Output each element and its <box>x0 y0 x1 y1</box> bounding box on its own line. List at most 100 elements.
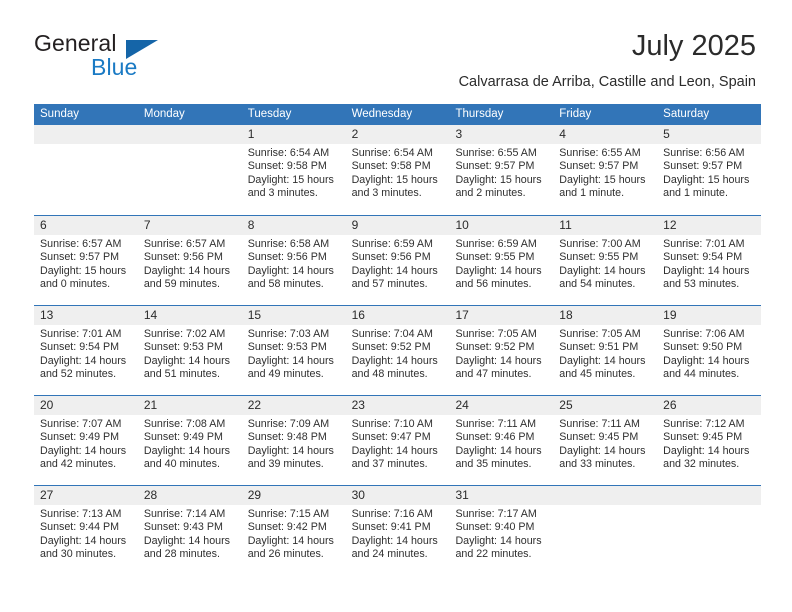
sunset-text: Sunset: 9:49 PM <box>143 431 223 444</box>
daylight-text-line1: Daylight: 15 hours <box>247 173 334 186</box>
general-blue-logo[interactable]: General Blue <box>34 28 214 84</box>
day-number <box>657 486 762 505</box>
sunrise-text: Sunrise: 7:14 AM <box>143 508 226 520</box>
day-number: 7 <box>137 216 242 235</box>
sunset-text: Sunset: 9:52 PM <box>351 341 431 354</box>
calendar-day-cell[interactable]: 4 Sunrise: 6:55 AM Sunset: 9:57 PM Daylight… <box>553 125 658 215</box>
day-details: Sunrise: 6:59 AM Sunset: 9:56 PM Daylight:… <box>346 235 450 291</box>
calendar-day-cell[interactable]: 11 Sunrise: 7:00 AM Sunset: 9:55 PM Dayligh… <box>553 216 658 305</box>
day-number: 29 <box>241 486 346 505</box>
sunrise-text: Sunrise: 7:13 AM <box>40 508 122 520</box>
calendar-day-cell[interactable]: 26 Sunrise: 7:12 AM Sunset: 9:45 PM Dayligh… <box>657 396 762 485</box>
daylight-text-line1: Daylight: 14 hours <box>40 534 127 547</box>
calendar-day-cell[interactable]: 13 Sunrise: 7:01 AM Sunset: 9:54 PM Dayligh… <box>34 306 138 395</box>
calendar-day-cell[interactable]: 15 Sunrise: 7:03 AM Sunset: 9:53 PM Dayligh… <box>241 306 346 395</box>
location-subtitle: Calvarrasa de Arriba, Castille and Leon,… <box>458 74 756 90</box>
sunrise-text: Sunrise: 6:55 AM <box>559 147 641 159</box>
daylight-text-line1: Daylight: 14 hours <box>351 264 438 277</box>
calendar-day-cell[interactable]: 10 Sunrise: 6:59 AM Sunset: 9:55 PM Dayligh… <box>449 216 554 305</box>
daylight-text-line1: Daylight: 14 hours <box>663 264 750 277</box>
daylight-text-line2: and 30 minutes. <box>40 547 117 560</box>
calendar-day-cell[interactable]: 9 Sunrise: 6:59 AM Sunset: 9:56 PM Daylight… <box>345 216 450 305</box>
daylight-text-line1: Daylight: 15 hours <box>40 264 127 277</box>
daylight-text-line2: and 22 minutes. <box>455 547 532 560</box>
sunset-text: Sunset: 9:42 PM <box>247 521 327 534</box>
sunrise-text: Sunrise: 7:07 AM <box>40 418 122 430</box>
calendar-day-cell[interactable]: 23 Sunrise: 7:10 AM Sunset: 9:47 PM Dayligh… <box>345 396 450 485</box>
calendar-day-cell[interactable]: 22 Sunrise: 7:09 AM Sunset: 9:48 PM Dayligh… <box>241 396 346 485</box>
calendar-day-cell[interactable]: 12 Sunrise: 7:01 AM Sunset: 9:54 PM Dayligh… <box>657 216 762 305</box>
daylight-text-line2: and 47 minutes. <box>455 367 532 380</box>
calendar-day-cell[interactable]: 27 Sunrise: 7:13 AM Sunset: 9:44 PM Dayligh… <box>34 486 138 575</box>
calendar-day-cell[interactable]: 31 Sunrise: 7:17 AM Sunset: 9:40 PM Dayligh… <box>449 486 554 575</box>
day-number: 16 <box>345 306 450 325</box>
calendar-day-cell[interactable]: 5 Sunrise: 6:56 AM Sunset: 9:57 PM Daylight… <box>657 125 762 215</box>
day-number: 27 <box>34 486 138 505</box>
daylight-text-line1: Daylight: 15 hours <box>663 173 750 186</box>
weekday-header-saturday: Saturday <box>663 108 710 120</box>
calendar-day-cell[interactable]: 2 Sunrise: 6:54 AM Sunset: 9:58 PM Daylight… <box>345 125 450 215</box>
daylight-text-line2: and 54 minutes. <box>559 277 636 290</box>
day-number: 3 <box>449 125 554 144</box>
daylight-text-line1: Daylight: 14 hours <box>143 264 231 277</box>
weekday-header-tuesday: Tuesday <box>247 108 292 120</box>
day-details: Sunrise: 6:57 AM Sunset: 9:56 PM Daylight:… <box>138 235 242 291</box>
day-details: Sunrise: 7:17 AM Sunset: 9:40 PM Daylight:… <box>449 505 553 561</box>
calendar-day-cell[interactable]: 1 Sunrise: 6:54 AM Sunset: 9:58 PM Daylight… <box>241 125 346 215</box>
sunset-text: Sunset: 9:56 PM <box>143 251 223 264</box>
calendar-day-cell[interactable]: 17 Sunrise: 7:05 AM Sunset: 9:52 PM Dayligh… <box>449 306 554 395</box>
day-number: 19 <box>657 306 762 325</box>
calendar-day-cell[interactable]: 6 Sunrise: 6:57 AM Sunset: 9:57 PM Daylight… <box>34 216 138 305</box>
day-details: Sunrise: 6:54 AM Sunset: 9:58 PM Daylight:… <box>346 144 450 200</box>
day-number: 23 <box>345 396 450 415</box>
daylight-text-line1: Daylight: 14 hours <box>559 354 646 367</box>
calendar-day-cell[interactable]: 25 Sunrise: 7:11 AM Sunset: 9:45 PM Dayligh… <box>553 396 658 485</box>
daylight-text-line2: and 44 minutes. <box>663 367 740 380</box>
daylight-text-line2: and 26 minutes. <box>247 547 324 560</box>
daylight-text-line2: and 0 minutes. <box>40 277 111 290</box>
daylight-text-line1: Daylight: 14 hours <box>247 534 334 547</box>
day-number: 20 <box>34 396 138 415</box>
calendar-day-cell[interactable]: 7 Sunrise: 6:57 AM Sunset: 9:56 PM Daylight… <box>137 216 242 305</box>
calendar-week-row: 27 Sunrise: 7:13 AM Sunset: 9:44 PM Dayligh… <box>34 485 762 575</box>
day-details: Sunrise: 7:09 AM Sunset: 9:48 PM Daylight:… <box>242 415 346 471</box>
sunrise-text: Sunrise: 7:05 AM <box>559 328 641 340</box>
sunrise-text: Sunrise: 6:56 AM <box>663 147 745 159</box>
title-block: July 2025 Calvarrasa de Arriba, Castille… <box>459 28 756 91</box>
calendar-grid: Sunday Monday Tuesday Wednesday Thursday Frid… <box>34 104 762 575</box>
sunrise-text: Sunrise: 7:12 AM <box>663 418 745 430</box>
calendar-day-cell[interactable]: 30 Sunrise: 7:16 AM Sunset: 9:41 PM Dayligh… <box>345 486 450 575</box>
calendar-day-cell[interactable]: 28 Sunrise: 7:14 AM Sunset: 9:43 PM Dayligh… <box>137 486 242 575</box>
sunrise-text: Sunrise: 7:01 AM <box>40 328 122 340</box>
daylight-text-line1: Daylight: 14 hours <box>663 444 750 457</box>
daylight-text-line1: Daylight: 14 hours <box>247 264 334 277</box>
sunset-text: Sunset: 9:43 PM <box>143 521 223 534</box>
daylight-text-line1: Daylight: 14 hours <box>40 444 127 457</box>
daylight-text-line2: and 32 minutes. <box>663 457 740 470</box>
calendar-day-cell[interactable]: 14 Sunrise: 7:02 AM Sunset: 9:53 PM Dayligh… <box>137 306 242 395</box>
sunset-text: Sunset: 9:40 PM <box>455 521 535 534</box>
day-number: 25 <box>553 396 658 415</box>
day-details: Sunrise: 7:13 AM Sunset: 9:44 PM Daylight:… <box>34 505 138 561</box>
calendar-day-cell[interactable]: 16 Sunrise: 7:04 AM Sunset: 9:52 PM Dayligh… <box>345 306 450 395</box>
calendar-day-cell[interactable]: 29 Sunrise: 7:15 AM Sunset: 9:42 PM Dayligh… <box>241 486 346 575</box>
weekday-header-row: Sunday Monday Tuesday Wednesday Thursday Frid… <box>34 104 761 125</box>
calendar-day-cell[interactable]: 19 Sunrise: 7:06 AM Sunset: 9:50 PM Dayligh… <box>657 306 762 395</box>
calendar-day-cell[interactable]: 3 Sunrise: 6:55 AM Sunset: 9:57 PM Daylight… <box>449 125 554 215</box>
day-details: Sunrise: 6:57 AM Sunset: 9:57 PM Daylight:… <box>34 235 138 291</box>
calendar-day-cell[interactable]: 20 Sunrise: 7:07 AM Sunset: 9:49 PM Dayligh… <box>34 396 138 485</box>
sunset-text: Sunset: 9:44 PM <box>40 521 120 534</box>
calendar-day-cell[interactable]: 21 Sunrise: 7:08 AM Sunset: 9:49 PM Dayligh… <box>137 396 242 485</box>
calendar-cell-empty <box>657 486 762 575</box>
calendar-day-cell[interactable]: 24 Sunrise: 7:11 AM Sunset: 9:46 PM Dayligh… <box>449 396 554 485</box>
sunrise-text: Sunrise: 7:06 AM <box>663 328 745 340</box>
daylight-text-line1: Daylight: 15 hours <box>455 173 542 186</box>
calendar-day-cell[interactable]: 18 Sunrise: 7:05 AM Sunset: 9:51 PM Dayligh… <box>553 306 658 395</box>
daylight-text-line2: and 58 minutes. <box>247 277 324 290</box>
day-number: 22 <box>241 396 346 415</box>
sunset-text: Sunset: 9:50 PM <box>663 341 743 354</box>
sunset-text: Sunset: 9:49 PM <box>40 431 120 444</box>
logo-text-general: General <box>34 30 117 56</box>
day-number: 9 <box>345 216 450 235</box>
calendar-day-cell[interactable]: 8 Sunrise: 6:58 AM Sunset: 9:56 PM Daylight… <box>241 216 346 305</box>
